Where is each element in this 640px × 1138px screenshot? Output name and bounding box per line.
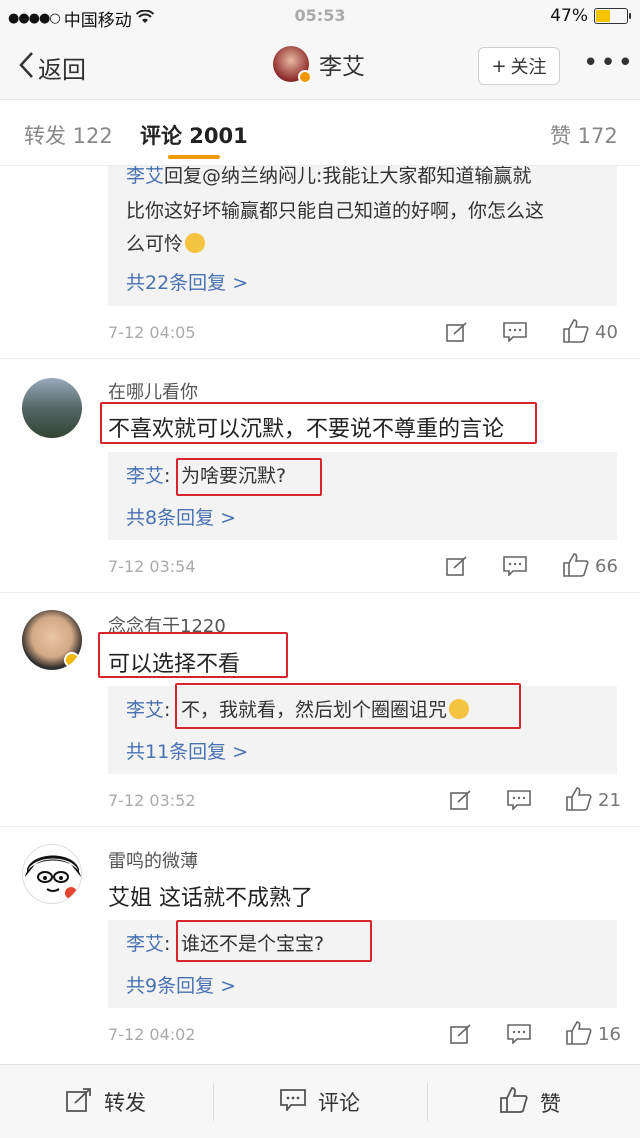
bottom-action-bar: 转发 评论 赞 [0,1064,640,1138]
avatar[interactable] [22,378,82,438]
back-label: 返回 [38,56,86,84]
highlight-box [176,458,322,496]
like-icon [500,1087,528,1118]
crying-emoji-icon [185,233,206,253]
comment-time: 7-12 03:52 [108,791,196,810]
like-count: 16 [598,1024,621,1045]
divider [0,592,640,593]
comment-icon[interactable] [503,322,527,343]
highlight-box [98,632,288,678]
follow-label: 关注 [510,57,547,78]
divider [0,358,640,359]
comment-time: 7-12 03:54 [108,557,196,576]
like-icon[interactable] [563,553,589,577]
highlight-box [100,402,537,444]
more-replies-link[interactable]: 共11条回复 > [126,737,248,764]
chevron-left-icon [18,51,34,85]
comment-icon[interactable] [503,556,527,577]
reply-line: 么可怜 [126,228,206,261]
clock: 05:53 [294,6,346,25]
tab-indicator [168,155,220,159]
reply-author[interactable]: 李艾 [126,933,164,955]
nav-bar: 返回 李艾 + 关注 ••• [0,34,640,100]
divider [0,826,640,827]
reply-author[interactable]: 李艾 [126,165,164,187]
bottom-like-button[interactable]: 赞 [500,1087,561,1118]
like-count: 21 [598,790,621,811]
reply-line: 李艾回复@纳兰纳闷儿:我能让大家都知道输赢就 [126,165,532,187]
like-icon[interactable] [566,1021,592,1045]
comment-author[interactable]: 雷鸣的微薄 [108,847,198,873]
repost-icon[interactable] [450,1024,472,1044]
plus-icon: + [491,55,507,77]
bottom-repost-label: 转发 [104,1091,146,1115]
reply-author[interactable]: 李艾 [126,465,164,487]
highlight-box [176,920,372,962]
tab-repost[interactable]: 转发 122 [24,120,113,150]
bottom-comment-button[interactable]: 评论 [280,1087,360,1117]
tab-comment[interactable]: 评论 2001 [140,120,248,150]
comment-time: 7-12 04:02 [108,1025,196,1044]
comment-author[interactable]: 在哪儿看你 [108,378,198,404]
highlight-box [175,683,521,729]
avatar [273,46,312,84]
battery-percent: 47% [550,6,588,26]
follow-button[interactable]: + 关注 [478,47,560,85]
like-count: 40 [595,322,618,343]
verified-badge-icon [63,885,79,901]
comment-icon[interactable] [507,790,531,811]
comment-icon [280,1088,306,1116]
bottom-repost-button[interactable]: 转发 [66,1087,146,1117]
battery-icon [594,8,631,24]
bottom-comment-label: 评论 [318,1091,360,1115]
reply-line: 李艾: [126,933,171,955]
nav-user-name: 李艾 [319,54,365,80]
repost-icon[interactable] [450,790,472,810]
back-button[interactable]: 返回 [18,50,86,85]
tab-bar: 转发 122 评论 2001 赞 172 [0,100,640,166]
status-bar: ●●●●○ 中国移动 05:53 47% [0,0,640,34]
repost-icon[interactable] [446,322,468,342]
divider [427,1083,428,1121]
avatar[interactable] [22,610,82,670]
repost-icon[interactable] [446,556,468,576]
more-replies-link[interactable]: 共9条回复 > [126,971,236,998]
more-replies-link[interactable]: 共22条回复 > [126,268,248,295]
comment-icon[interactable] [507,1024,531,1045]
reply-author[interactable]: 李艾 [126,699,164,721]
like-icon[interactable] [563,319,589,343]
tab-like[interactable]: 赞 172 [550,120,618,150]
verified-badge-icon [298,70,312,84]
more-icon[interactable]: ••• [583,48,635,78]
repost-icon [66,1087,92,1117]
reply-line: 李艾: [126,465,171,487]
divider [213,1083,214,1121]
reply-line: 李艾: [126,699,171,721]
verified-badge-icon [64,652,80,668]
like-icon[interactable] [566,787,592,811]
more-replies-link[interactable]: 共8条回复 > [126,503,236,530]
avatar[interactable] [22,844,82,904]
nav-user[interactable]: 李艾 [273,46,365,84]
like-count: 66 [595,556,618,577]
reply-line: 比你这好坏输赢都只能自己知道的好啊，你怎么这 [126,200,545,222]
comment-text: 艾姐 这话就不成熟了 [108,886,313,911]
comment-time: 7-12 04:05 [108,323,196,342]
bottom-like-label: 赞 [540,1091,561,1116]
